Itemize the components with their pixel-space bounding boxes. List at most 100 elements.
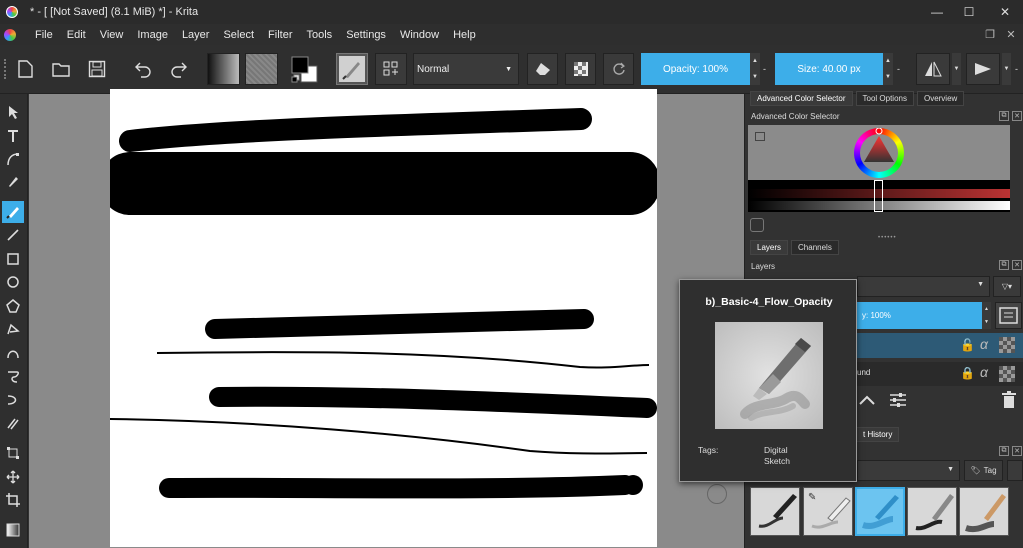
ellipse-tool-icon[interactable] — [2, 271, 24, 293]
menu-view[interactable]: View — [93, 29, 131, 41]
calligraphy-tool-icon[interactable] — [2, 171, 24, 193]
preset-view-mode-icon[interactable] — [1007, 460, 1023, 481]
brush-preset-icon[interactable] — [336, 53, 368, 85]
brush-editor-icon[interactable] — [375, 53, 407, 85]
preset-tag-select[interactable]: ▼ — [857, 460, 960, 481]
dock-close-icon[interactable]: ✕ — [1012, 111, 1022, 121]
select-shapes-tool-icon[interactable] — [2, 101, 24, 123]
tab-advanced-color-selector[interactable]: Advanced Color Selector — [750, 91, 853, 106]
drawing-canvas[interactable] — [110, 89, 657, 547]
size-spinner[interactable]: ▲ ▼ — [883, 53, 893, 85]
close-button[interactable]: ✕ — [988, 0, 1022, 24]
layer-row-background[interactable]: und 🔒 α — [857, 362, 1023, 386]
opacity-slider[interactable]: Opacity: 100% — [641, 53, 750, 85]
presets-dock-close-icon[interactable]: ✕ — [1012, 446, 1022, 456]
menu-tools[interactable]: Tools — [300, 29, 340, 41]
dock-float-icon[interactable]: ⧉ — [999, 111, 1009, 121]
color-sliders[interactable] — [748, 180, 1010, 212]
layer-filter-icon[interactable]: ▽▾ — [993, 276, 1021, 297]
dynamic-brush-tool-icon[interactable] — [2, 389, 24, 411]
menu-file[interactable]: File — [28, 29, 60, 41]
layer-thumbnail-toggle-icon[interactable] — [995, 302, 1022, 329]
new-document-icon[interactable] — [14, 58, 36, 80]
layers-dock-float-icon[interactable]: ⧉ — [999, 260, 1009, 270]
freehand-brush-tool-icon[interactable] — [2, 201, 24, 223]
layer-blend-mode-select[interactable]: ▼ — [857, 276, 990, 297]
layer-opacity-slider[interactable]: y: 100% — [857, 302, 982, 329]
alpha-lock-icon[interactable]: α — [980, 364, 988, 380]
menu-help[interactable]: Help — [446, 29, 483, 41]
transform-tool-icon[interactable] — [2, 442, 24, 464]
mirror-vertical-chevron-icon[interactable]: ▼ — [1002, 53, 1011, 85]
brush-preset-selected[interactable] — [855, 487, 905, 536]
mirror-options-chevron-icon[interactable]: ▼ — [952, 53, 961, 85]
eraser-mode-icon[interactable] — [527, 53, 558, 85]
menu-window[interactable]: Window — [393, 29, 446, 41]
freehand-path-tool-icon[interactable] — [2, 365, 24, 387]
slider-handle[interactable] — [874, 180, 883, 212]
delete-layer-icon[interactable] — [1000, 390, 1020, 412]
preserve-alpha-icon[interactable] — [565, 53, 596, 85]
layer-locked-icon[interactable]: 🔒 — [960, 366, 975, 380]
multibrush-tool-icon[interactable] — [2, 412, 24, 434]
tab-layers[interactable]: Layers — [750, 240, 789, 255]
brush-preset-paint[interactable] — [959, 487, 1009, 536]
tag-button[interactable]: 🏷 Tag — [964, 460, 1003, 481]
menu-edit[interactable]: Edit — [60, 29, 93, 41]
layer-lock-icon[interactable]: 🔓 — [960, 338, 975, 352]
tab-channels[interactable]: Channels — [791, 240, 839, 255]
edit-shapes-tool-icon[interactable] — [2, 148, 24, 170]
mirror-vertical-icon[interactable] — [966, 53, 1000, 85]
mdi-restore-icon[interactable]: ❐ — [980, 24, 1000, 45]
layers-dock-close-icon[interactable]: ✕ — [1012, 260, 1022, 270]
menu-layer[interactable]: Layer — [175, 29, 217, 41]
polygon-tool-icon[interactable] — [2, 295, 24, 317]
krita-menu-icon[interactable] — [4, 28, 16, 41]
brush-preset-basic[interactable] — [907, 487, 957, 536]
opacity-spinner[interactable]: ▲ ▼ — [750, 53, 760, 85]
presets-dock-float-icon[interactable]: ⧉ — [999, 446, 1009, 456]
alpha-lock-icon[interactable]: α — [980, 336, 988, 352]
dock-splitter[interactable]: •••••• — [878, 235, 897, 241]
color-selector-settings-icon[interactable] — [755, 132, 765, 141]
gradient-tool-icon[interactable] — [2, 519, 24, 541]
open-folder-icon[interactable] — [50, 58, 72, 80]
layer-opacity-spinner[interactable]: ▲ ▼ — [982, 302, 991, 329]
polyline-tool-icon[interactable] — [2, 318, 24, 340]
gradient-selector-icon[interactable] — [207, 53, 240, 85]
move-tool-icon[interactable] — [2, 466, 24, 488]
menu-image[interactable]: Image — [130, 29, 175, 41]
tab-undo-history[interactable]: t History — [857, 427, 900, 442]
tab-tool-options[interactable]: Tool Options — [855, 91, 914, 106]
menu-settings[interactable]: Settings — [339, 29, 393, 41]
maximize-button[interactable]: ☐ — [952, 0, 986, 24]
reload-preset-icon[interactable] — [603, 53, 634, 85]
crop-tool-icon[interactable] — [2, 489, 24, 511]
save-icon[interactable] — [86, 58, 108, 80]
brush-preset-pencil[interactable]: ✎ — [803, 487, 853, 536]
move-layer-up-icon[interactable] — [857, 390, 879, 412]
undo-icon[interactable] — [132, 58, 154, 80]
layer-properties-icon[interactable] — [888, 390, 910, 412]
mirror-horizontal-icon[interactable] — [916, 53, 950, 85]
brush-preset-ink[interactable] — [750, 487, 800, 536]
hue-ring[interactable] — [854, 128, 904, 178]
blend-mode-select[interactable]: Normal ▼ — [413, 53, 519, 85]
line-tool-icon[interactable] — [2, 224, 24, 246]
color-selector-area[interactable] — [748, 125, 1010, 180]
size-slider[interactable]: Size: 40.00 px — [775, 53, 883, 85]
toolbar-handle[interactable] — [4, 59, 8, 79]
text-tool-icon[interactable] — [2, 125, 24, 147]
bezier-curve-tool-icon[interactable] — [2, 342, 24, 364]
redo-icon[interactable] — [168, 58, 190, 80]
rectangle-tool-icon[interactable] — [2, 248, 24, 270]
menu-select[interactable]: Select — [216, 29, 261, 41]
inherit-alpha-icon[interactable] — [999, 337, 1015, 353]
color-history-icon[interactable] — [750, 218, 764, 232]
tab-overview[interactable]: Overview — [916, 91, 965, 106]
mdi-close-icon[interactable]: ✕ — [1001, 24, 1021, 45]
inherit-alpha-icon[interactable] — [999, 366, 1015, 382]
layer-row-selected[interactable]: 🔓 α — [857, 333, 1023, 358]
pattern-selector-icon[interactable] — [245, 53, 278, 85]
minimize-button[interactable]: — — [920, 0, 954, 24]
